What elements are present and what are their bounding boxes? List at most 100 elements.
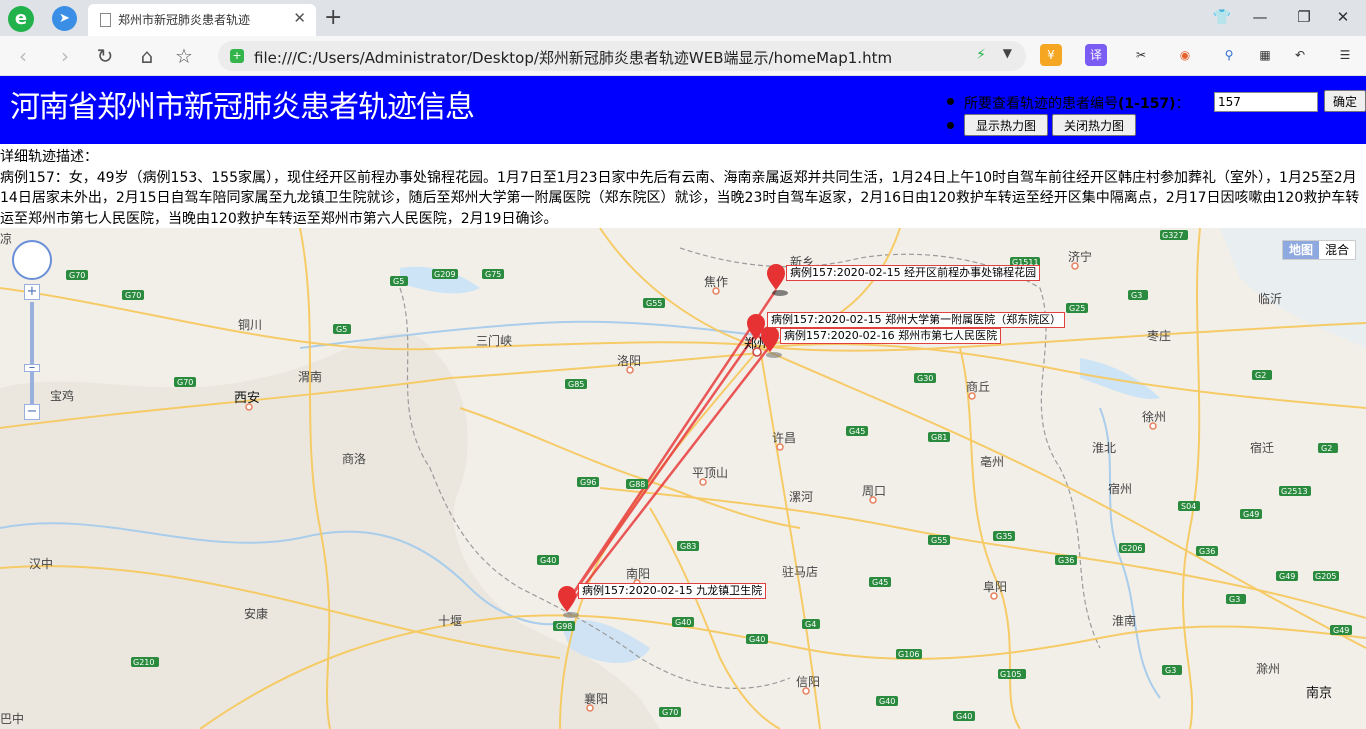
new-tab-icon[interactable]: + — [324, 4, 342, 32]
highway-shield: S04 — [1181, 502, 1196, 511]
city-label: 南京 — [1306, 685, 1332, 701]
highway-shield: G98 — [556, 622, 572, 631]
highway-shield: G3 — [1229, 595, 1240, 604]
city-label: 周口 — [862, 484, 886, 498]
city-label: 宿州 — [1108, 481, 1132, 496]
city-label: 济宁 — [1068, 249, 1092, 264]
city-label: 阜阳 — [983, 580, 1007, 594]
chevron-down-icon[interactable]: ▼ — [1003, 46, 1012, 60]
city-label: 安康 — [244, 606, 268, 621]
highway-shield: G3 — [1165, 666, 1176, 675]
browser-tab[interactable]: 郑州市新冠肺炎患者轨迹 ✕ — [88, 4, 316, 36]
map-canvas[interactable]: 焦作 新乡 济宁 临沂 铜川 三门峡 洛阳 郑州 枣庄 宝鸡 西安 渭南 商丘 … — [0, 228, 1366, 729]
map-view[interactable]: 焦作 新乡 济宁 临沂 铜川 三门峡 洛阳 郑州 枣庄 宝鸡 西安 渭南 商丘 … — [0, 228, 1366, 729]
city-label: 凉 — [0, 231, 12, 246]
highway-shield: G83 — [680, 542, 696, 551]
url-bar[interactable]: + file:///C:/Users/Administrator/Desktop… — [218, 41, 1026, 71]
lightning-icon[interactable]: ⚡ — [976, 47, 986, 63]
zoom-out-button[interactable]: − — [24, 404, 40, 420]
close-heatmap-button[interactable]: 关闭热力图 — [1052, 114, 1136, 136]
city-label: 焦作 — [704, 275, 728, 289]
description-heading: 详细轨迹描述： — [0, 149, 98, 165]
trajectory-description: 详细轨迹描述： 病例157：女，49岁（病例153、155家属），现住经开区前程… — [0, 147, 1366, 229]
back-icon[interactable]: ‹ — [10, 44, 36, 68]
highway-shield: G327 — [1162, 231, 1183, 240]
map-type-map[interactable]: 地图 — [1282, 241, 1319, 259]
city-label: 十堰 — [438, 614, 462, 628]
site-info-icon[interactable]: + — [230, 49, 244, 63]
highway-shield: G96 — [580, 478, 596, 487]
city-label: 渭南 — [298, 369, 322, 384]
city-label: 襄阳 — [584, 691, 608, 706]
minimize-icon[interactable]: — — [1249, 6, 1271, 28]
zoom-in-button[interactable]: + — [24, 284, 40, 300]
marker-label[interactable]: 病例157:2020-02-15 九龙镇卫生院 — [578, 583, 767, 599]
highway-shield: G40 — [956, 712, 972, 721]
highway-shield: G45 — [872, 578, 888, 587]
restore-icon[interactable]: ❐ — [1293, 6, 1315, 28]
city-label: 淮南 — [1112, 613, 1136, 628]
money-ext-icon[interactable]: ¥ — [1040, 44, 1062, 66]
forward-icon[interactable]: › — [52, 44, 78, 68]
highway-shield: G55 — [931, 536, 947, 545]
highway-shield: G209 — [434, 270, 455, 279]
pan-control[interactable] — [12, 240, 52, 280]
browser-logo-icon[interactable]: e — [8, 6, 34, 32]
url-text[interactable]: file:///C:/Users/Administrator/Desktop/郑… — [254, 47, 892, 68]
city-label: 南阳 — [626, 566, 650, 581]
translate-ext-icon[interactable]: 译 — [1085, 44, 1107, 66]
city-label: 亳州 — [980, 454, 1004, 469]
city-label: 枣庄 — [1147, 328, 1171, 343]
marker-label[interactable]: 病例157:2020-02-16 郑州市第七人民医院 — [780, 328, 1002, 344]
description-text: 病例157：女，49岁（病例153、155家属），现住经开区前程办事处锦程花园。… — [0, 169, 1360, 227]
location-marker[interactable] — [767, 264, 788, 296]
city-label: 铜川 — [238, 317, 262, 332]
highway-shield: G70 — [69, 271, 85, 280]
city-label: 西安 — [234, 391, 260, 406]
city-label: 徐州 — [1142, 409, 1166, 424]
close-window-icon[interactable]: ✕ — [1332, 6, 1354, 28]
city-label: 临沂 — [1258, 292, 1282, 306]
city-label: 宝鸡 — [50, 388, 74, 403]
reload-icon[interactable]: ↻ — [92, 44, 118, 68]
highway-shield: G81 — [931, 433, 947, 442]
highway-shield: G206 — [1121, 544, 1142, 553]
patient-id-input[interactable] — [1214, 92, 1318, 112]
city-label: 漯河 — [789, 490, 813, 504]
page-title: 河南省郑州市新冠肺炎患者轨迹信息 — [10, 90, 475, 125]
highway-shield: G3 — [1131, 291, 1142, 300]
browser-tab-bar: e ➤ 郑州市新冠肺炎患者轨迹 ✕ + 👕 — ❐ ✕ — [0, 0, 1366, 36]
tab-close-icon[interactable]: ✕ — [293, 9, 306, 27]
patient-id-label: 所要查看轨迹的患者编号(1-157)： — [964, 96, 1190, 112]
bookmark-star-icon[interactable]: ☆ — [171, 44, 197, 68]
game-icon[interactable]: ◉ — [1174, 44, 1196, 66]
highway-shield: G49 — [1279, 572, 1295, 581]
city-label: 淮北 — [1092, 441, 1116, 455]
home-icon[interactable]: ⌂ — [134, 44, 160, 68]
highway-shield: G105 — [1000, 670, 1021, 679]
zoom-slider-track[interactable] — [30, 302, 34, 406]
marker-label[interactable]: 病例157:2020-02-15 经开区前程办事处锦程花园 — [786, 265, 1041, 281]
city-label: 汉中 — [29, 556, 53, 571]
map-type-hybrid[interactable]: 混合 — [1319, 241, 1355, 259]
city-label: 滁州 — [1256, 661, 1280, 676]
apps-grid-icon[interactable]: ▦ — [1254, 44, 1276, 66]
skin-icon[interactable]: 👕 — [1211, 6, 1233, 28]
undo-icon[interactable]: ↶ — [1289, 44, 1311, 66]
compass-icon[interactable]: ➤ — [52, 6, 77, 31]
highway-shield: G5 — [393, 277, 404, 286]
confirm-button[interactable]: 确定 — [1324, 90, 1366, 112]
highway-shield: G55 — [646, 299, 662, 308]
search-icon[interactable]: ⚲ — [1218, 44, 1240, 66]
highway-shield: G40 — [540, 556, 556, 565]
show-heatmap-button[interactable]: 显示热力图 — [964, 114, 1048, 136]
highway-shield: G49 — [1333, 626, 1349, 635]
zoom-slider-handle[interactable]: – — [24, 361, 40, 374]
city-label: 商洛 — [342, 451, 366, 466]
bullet — [947, 122, 954, 129]
city-label: 三门峡 — [476, 333, 512, 348]
marker-label[interactable]: 病例157:2020-02-15 郑州大学第一附属医院（郑东院区） — [767, 312, 1066, 328]
menu-icon[interactable]: ☰ — [1334, 44, 1356, 66]
scissors-icon[interactable]: ✂ — [1130, 44, 1152, 66]
bullet — [947, 98, 954, 105]
